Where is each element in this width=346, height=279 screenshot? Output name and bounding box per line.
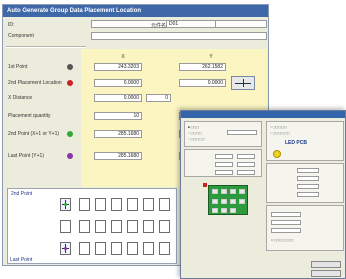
preview-last-point-cell <box>60 242 71 255</box>
offset-field-2[interactable] <box>271 220 301 225</box>
preview-cell <box>60 220 71 233</box>
parameters-panel <box>184 149 262 177</box>
preview-cell <box>95 242 106 255</box>
preview-cell <box>159 242 170 255</box>
offset-field-1[interactable] <box>271 212 301 217</box>
setting-field-1[interactable] <box>297 168 319 173</box>
preview-cell <box>143 220 154 233</box>
preview-cell <box>79 242 90 255</box>
component-label: Component <box>8 33 34 39</box>
cancel-button[interactable] <box>311 270 341 277</box>
component-name-label: 元件名 <box>151 23 167 29</box>
settings-panel <box>266 163 344 203</box>
first-point-label: 1st Point <box>8 64 28 70</box>
offset-field-3[interactable] <box>271 228 301 233</box>
preview-cell <box>159 220 170 233</box>
y-column-header: Y <box>209 54 213 60</box>
crosshair-pick-button[interactable] <box>231 76 255 90</box>
preview-cell <box>127 220 138 233</box>
param-field-3[interactable] <box>215 162 233 167</box>
led-pcb-dialog: ■ ▢▢▢ ○ ▢▢▢▢ ○ ▢▢▢▢▢ ○ ▢▢▢▢▢ ○ ▢▢▢▢▢▢ LE… <box>180 110 346 279</box>
second-point-label: 2nd Point (X+1 or Y+1) <box>8 131 60 137</box>
param-field-4[interactable] <box>237 162 255 167</box>
second-placement-label: 2nd Placement Location <box>8 80 62 86</box>
origin-marker-icon <box>203 183 207 187</box>
green-point-icon <box>64 203 67 206</box>
preview-cell <box>143 242 154 255</box>
divider <box>6 46 86 48</box>
pcb-graphic <box>208 185 248 215</box>
last-point-x[interactable]: 285.1680 <box>94 152 142 160</box>
component-field[interactable] <box>91 32 267 40</box>
param-field-6[interactable] <box>237 170 255 175</box>
led-pcb-label: LED PCB <box>285 140 307 146</box>
preview-cell <box>79 198 90 211</box>
options-panel: ■ ▢▢▢ ○ ▢▢▢▢ ○ ▢▢▢▢▢ <box>184 121 262 147</box>
setting-field-2[interactable] <box>297 176 319 181</box>
preview-cell <box>111 242 122 255</box>
preview-cell <box>143 198 154 211</box>
second-placement-x[interactable]: 0.0000 <box>94 79 142 87</box>
option-field[interactable] <box>227 130 257 135</box>
first-point-y[interactable]: 262.1582 <box>179 63 226 71</box>
preview-cell <box>95 198 106 211</box>
preview-second-point-cell <box>60 198 71 211</box>
purple-point-icon <box>64 247 67 250</box>
first-point-x[interactable]: 243.3203 <box>94 63 142 71</box>
placement-quantity-field[interactable]: 10 <box>94 112 142 120</box>
preview-cell <box>79 220 90 233</box>
preview-cell <box>127 242 138 255</box>
ok-button[interactable] <box>311 261 341 268</box>
overlay-title-bar <box>181 111 345 118</box>
x-column-header: X <box>121 54 125 60</box>
preview-second-point-label: 2nd Point <box>11 191 33 197</box>
preview-cell <box>111 220 122 233</box>
x-distance-extra-field[interactable]: 0 <box>146 94 171 102</box>
setting-field-4[interactable] <box>297 192 319 197</box>
component-name-field[interactable]: D01 <box>166 20 216 28</box>
first-point-dot-icon <box>67 64 73 70</box>
preview-cell <box>111 198 122 211</box>
placement-quantity-label: Placement quantity <box>8 113 51 119</box>
dialog-title: Auto Generate Group Data Placement Locat… <box>3 5 268 17</box>
preview-cell <box>95 220 106 233</box>
setting-field-3[interactable] <box>297 184 319 189</box>
placement-preview: 2nd Point Last Point <box>7 188 177 264</box>
param-field-5[interactable] <box>215 170 233 175</box>
preview-cell <box>159 198 170 211</box>
pcb-info-panel: ○ ▢▢▢▢▢ ○ ▢▢▢▢▢▢ LED PCB <box>266 121 344 161</box>
offset-panel: □ ▢▢▢▢▢▢▢ <box>266 205 344 251</box>
param-field-1[interactable] <box>215 154 233 159</box>
preview-last-point-label: Last Point <box>10 257 33 263</box>
x-distance-field[interactable]: 0.0000 <box>94 94 142 102</box>
second-point-dot-icon <box>67 131 73 137</box>
param-field-2[interactable] <box>237 154 255 159</box>
x-distance-label: X Distance <box>8 95 33 101</box>
last-point-dot-icon <box>67 153 73 159</box>
second-placement-dot-icon <box>67 80 73 86</box>
second-placement-y[interactable]: 0.0000 <box>179 79 226 87</box>
led-icon <box>273 150 281 158</box>
last-point-label: Last Point (Y+1) <box>8 153 44 159</box>
second-point-x[interactable]: 285.1680 <box>94 130 142 138</box>
preview-cell <box>127 198 138 211</box>
id-label: ID: <box>8 22 15 28</box>
